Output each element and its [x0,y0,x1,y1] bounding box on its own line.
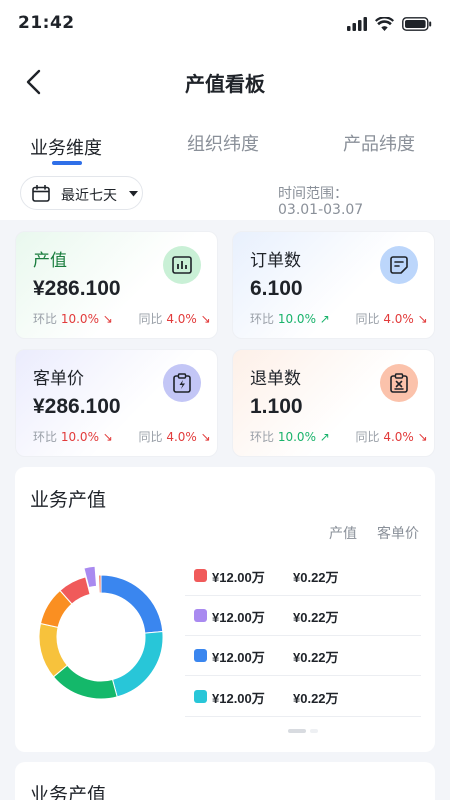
page-title: 产值看板 [185,72,265,96]
yoy-value: 4.0% [166,312,197,326]
donut-slice[interactable] [38,622,68,678]
caret-down-icon [129,191,138,197]
legend-swatch [194,609,207,622]
status-bar: 21:42 [0,0,450,50]
battery-icon [402,17,432,31]
legend-row[interactable]: ¥12.00万 ¥0.22万 [185,636,421,676]
clipboard-x-icon [380,364,418,402]
nav-bar: 产值看板 [0,58,450,106]
legend-value: ¥12.00万 [212,570,265,585]
arrow-down-icon: ↘ [413,430,428,444]
legend-price: ¥0.22万 [293,650,339,665]
yoy-value: 4.0% [166,430,197,444]
metric-card-output[interactable]: 产值 ¥286.100 环比 10.0% ↘ 同比 4.0% ↘ [15,231,218,339]
donut-slice[interactable] [100,574,164,634]
card-value: 1.100 [250,395,303,418]
legend-swatch [194,649,207,662]
mom-value: 10.0% [277,312,316,326]
tab-business[interactable]: 业务维度 [30,134,102,160]
status-icons [347,17,432,31]
card-value: ¥286.100 [33,395,121,418]
legend-row[interactable]: ¥12.00万 ¥0.22万 [185,556,421,596]
signal-icon [347,17,367,31]
status-time: 21:42 [18,13,75,33]
pager-dot [310,729,318,733]
mom-value: 10.0% [60,430,99,444]
yoy-label: 同比 [138,430,163,444]
mom-label: 环比 [250,312,275,326]
legend-value: ¥12.00万 [212,610,265,625]
card-title: 退单数 [250,369,301,389]
time-range-label: 时间范围： [278,186,348,202]
card-title: 订单数 [250,251,301,271]
active-tab-indicator [52,161,82,165]
tab-organization[interactable]: 组织纬度 [187,130,259,156]
legend-row[interactable]: ¥12.00万 ¥0.22万 [185,677,421,717]
note-icon [380,246,418,284]
tab-bar: 业务维度 组织纬度 产品纬度 [0,124,450,168]
clipboard-bolt-icon [163,364,201,402]
column-header-output[interactable]: 产值 [329,523,357,543]
card-stats: 环比 10.0% ↗ 同比 4.0% ↘ [250,310,428,327]
date-filter-dropdown[interactable]: 最近七天 [20,176,143,210]
arrow-down-icon: ↘ [98,430,113,444]
card-stats: 环比 10.0% ↘ 同比 4.0% ↘ [33,310,211,327]
business-output-panel-2: 业务产值 [15,762,435,800]
card-value: ¥286.100 [33,277,121,300]
yoy-label: 同比 [138,312,163,326]
arrow-down-icon: ↘ [98,312,113,326]
card-title: 产值 [33,251,67,271]
arrow-down-icon: ↘ [413,312,428,326]
panel-title: 业务产值 [30,489,107,511]
mom-value: 10.0% [277,430,316,444]
mom-label: 环比 [33,312,58,326]
metric-card-refunds[interactable]: 退单数 1.100 环比 10.0% ↗ 同比 4.0% ↘ [232,349,435,457]
donut-chart[interactable] [27,563,175,711]
calendar-icon [32,185,50,202]
business-output-panel: 业务产值 产值 客单价 ¥12.00万 ¥0.22万 ¥12.00万 ¥0.22… [15,467,435,752]
legend-value: ¥12.00万 [212,691,265,706]
card-stats: 环比 10.0% ↘ 同比 4.0% ↘ [33,428,211,445]
card-value: 6.100 [250,277,303,300]
panel-title: 业务产值 [30,784,107,800]
legend-value: ¥12.00万 [212,650,265,665]
wifi-icon [375,17,394,31]
legend-row[interactable]: ¥12.00万 ¥0.22万 [185,596,421,636]
pager-indicator [288,729,318,733]
arrow-down-icon: ↘ [196,430,211,444]
date-filter-label: 最近七天 [61,188,117,204]
legend-swatch [194,569,207,582]
time-range-value: 03.01-03.07 [278,202,364,218]
metric-card-unit-price[interactable]: 客单价 ¥286.100 环比 10.0% ↘ 同比 4.0% ↘ [15,349,218,457]
yoy-label: 同比 [355,312,380,326]
mom-value: 10.0% [60,312,99,326]
legend-price: ¥0.22万 [293,691,339,706]
donut-slice[interactable] [98,574,102,594]
mom-label: 环比 [250,430,275,444]
metric-card-orders[interactable]: 订单数 6.100 环比 10.0% ↗ 同比 4.0% ↘ [232,231,435,339]
card-title: 客单价 [33,369,84,389]
legend-swatch [194,690,207,703]
yoy-label: 同比 [355,430,380,444]
arrow-up-icon: ↗ [315,430,330,444]
legend-price: ¥0.22万 [293,570,339,585]
legend-price: ¥0.22万 [293,610,339,625]
donut-slice[interactable] [52,664,118,700]
arrow-down-icon: ↘ [196,312,211,326]
column-header-unit-price[interactable]: 客单价 [377,523,419,543]
mom-label: 环比 [33,430,58,444]
bar-chart-icon [163,246,201,284]
card-stats: 环比 10.0% ↗ 同比 4.0% ↘ [250,428,428,445]
pager-dot-active [288,729,306,733]
tab-product[interactable]: 产品纬度 [343,130,415,156]
yoy-value: 4.0% [383,312,414,326]
arrow-up-icon: ↗ [315,312,330,326]
donut-slice[interactable] [111,631,164,698]
yoy-value: 4.0% [383,430,414,444]
